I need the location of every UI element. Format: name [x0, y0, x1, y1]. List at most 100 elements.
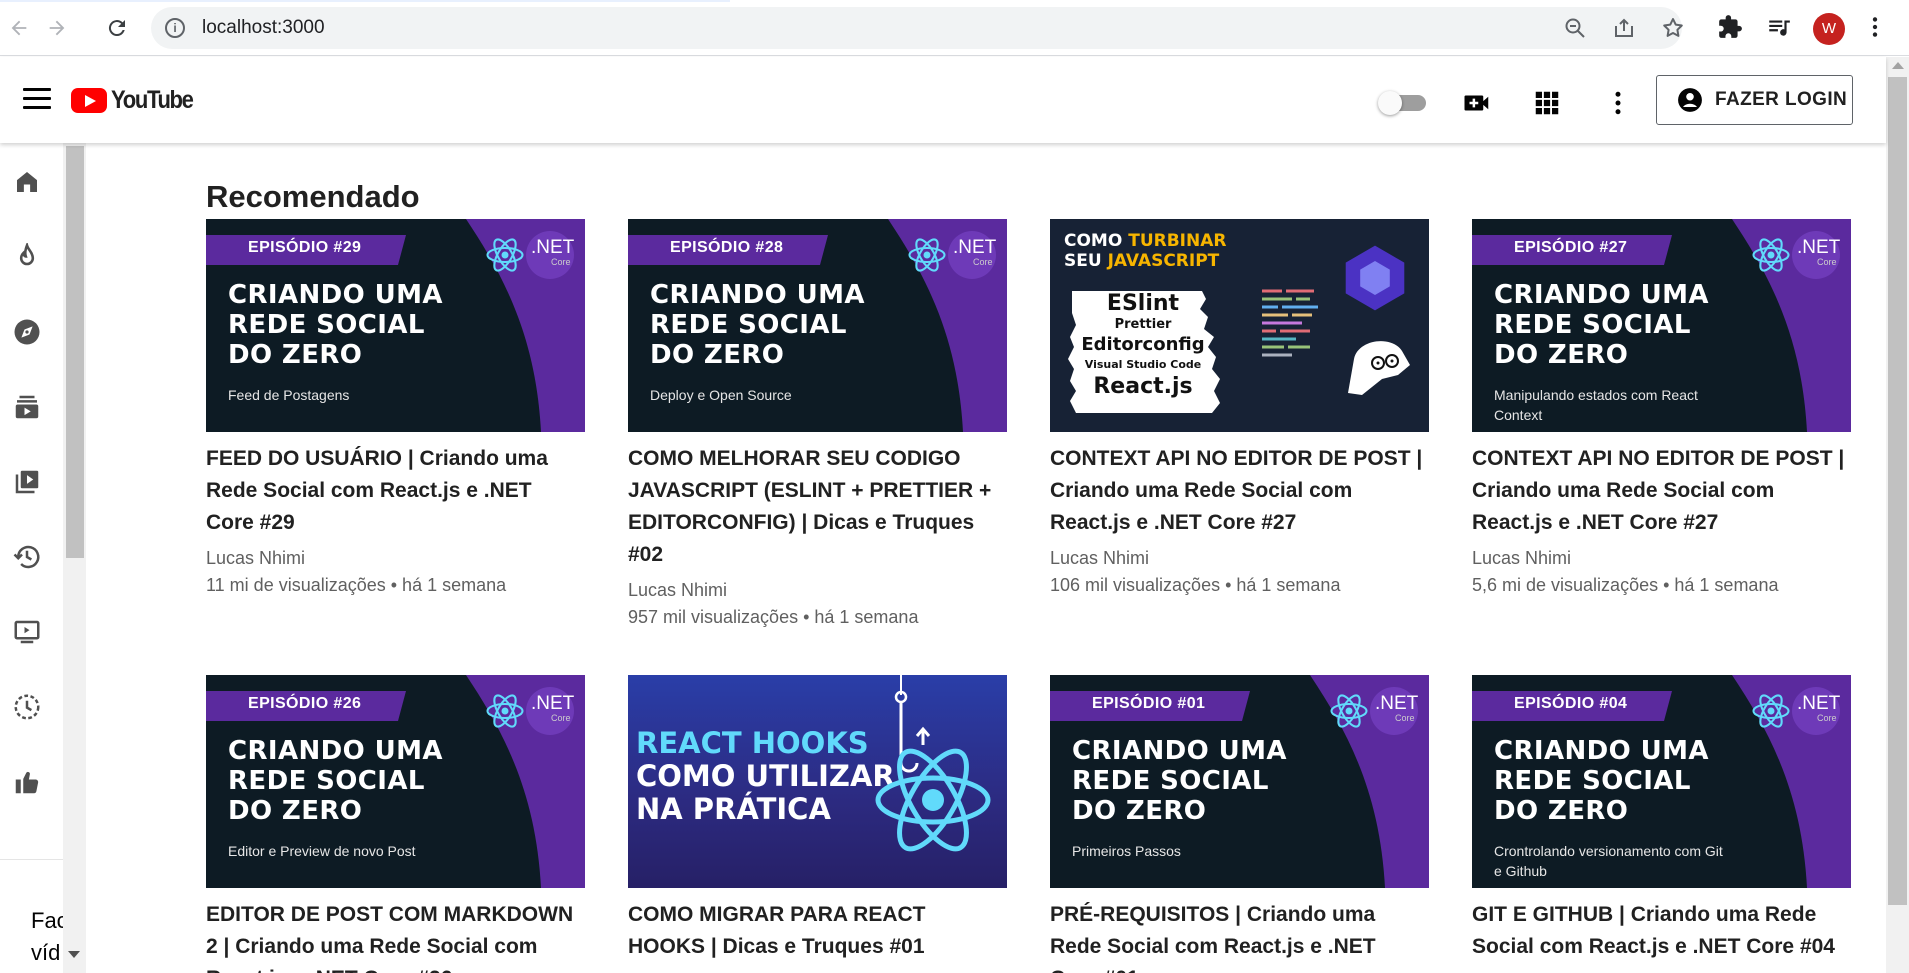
eslint-logo-icon [1345, 245, 1405, 311]
video-card[interactable]: EPISÓDIO #29 .NET Core CRIANDO UMA REDE SOCI… [206, 219, 585, 599]
heading-line: CRIANDO UMA [228, 280, 443, 310]
history-icon[interactable] [10, 540, 44, 574]
watch-later-icon[interactable] [10, 690, 44, 724]
video-thumbnail[interactable]: EPISÓDIO #01 .NET Core CRIANDO UMA REDE SOCI… [1050, 675, 1429, 888]
thumbnail-subtitle: Feed de Postagens [228, 387, 350, 403]
episode-label: EPISÓDIO #27 [1514, 239, 1628, 256]
main-content: Recomendado EPISÓDIO #29 .NET Core CRIANDO … [86, 143, 1886, 973]
create-video-icon[interactable] [1462, 88, 1492, 118]
page-scroll-thumb[interactable] [1888, 77, 1907, 905]
apps-grid-icon[interactable] [1532, 88, 1562, 118]
account-circle-icon [1678, 88, 1702, 112]
extensions-icon[interactable] [1717, 14, 1745, 42]
video-card[interactable]: EPISÓDIO #27 .NET Core CRIANDO UMA REDE SOCI… [1472, 219, 1851, 599]
settings-kebab-icon[interactable] [1603, 88, 1633, 118]
dotnet-logo: .NET Core [531, 693, 574, 723]
video-thumbnail[interactable]: EPISÓDIO #28 .NET Core CRIANDO UMA REDE SOCI… [628, 219, 1007, 432]
url-text[interactable]: localhost:3000 [202, 17, 325, 39]
library-icon[interactable] [10, 465, 44, 499]
dotnet-sub: Core [551, 713, 571, 723]
youtube-logo[interactable]: YouTube [71, 86, 204, 114]
dotnet-label: .NET [1797, 237, 1841, 258]
reload-icon[interactable] [102, 13, 132, 43]
video-card[interactable]: EPISÓDIO #01 .NET Core CRIANDO UMA REDE SOCI… [1050, 675, 1429, 973]
channel-name[interactable]: Lucas Nhimi [206, 545, 585, 572]
info-icon[interactable]: i [165, 18, 185, 38]
dotnet-label: .NET [953, 237, 997, 258]
home-icon[interactable] [10, 165, 44, 199]
video-thumbnail[interactable]: COMO TURBINAR SEU JAVASCRIPT ESlint Prettie… [1050, 219, 1429, 432]
share-icon[interactable] [1612, 16, 1636, 40]
sidebar-partial-line-2: víd [31, 940, 61, 965]
bookmark-star-icon[interactable] [1661, 16, 1685, 40]
thumb-text: SEU [1064, 251, 1108, 271]
heading-line: REDE SOCIAL [228, 766, 425, 796]
page-scrollbar[interactable] [1886, 57, 1909, 973]
video-card[interactable]: REACT HOOKS COMO UTILIZAR NA PRÁTICA COMO M… [628, 675, 1007, 969]
login-label: FAZER LOGIN [1715, 89, 1848, 110]
react-logo-icon [486, 238, 524, 272]
forward-icon[interactable] [42, 13, 72, 43]
react-logo-icon [908, 238, 946, 272]
scroll-up-icon[interactable] [1892, 62, 1904, 69]
video-thumbnail[interactable]: EPISÓDIO #04 .NET Core CRIANDO UMA REDE SOCI… [1472, 675, 1851, 888]
thumb-text-highlight: TURBINAR [1128, 231, 1227, 251]
video-title[interactable]: CONTEXT API NO EDITOR DE POST | Criando … [1472, 443, 1851, 539]
section-title: Recomendado [206, 179, 420, 214]
channel-name[interactable]: Lucas Nhimi [1472, 545, 1851, 572]
sidebar-scroll-thumb[interactable] [66, 146, 84, 558]
video-thumbnail[interactable]: EPISÓDIO #29 .NET Core CRIANDO UMA REDE SOCI… [206, 219, 585, 432]
heading-line: CRIANDO UMA [650, 280, 865, 310]
heading-line: DO ZERO [1494, 796, 1629, 826]
zoom-icon[interactable] [1563, 16, 1587, 40]
video-title[interactable]: EDITOR DE POST COM MARKDOWN 2 | Criando … [206, 899, 585, 973]
video-meta: 106 mil visualizações • há 1 semana [1050, 575, 1341, 595]
dotnet-sub: Core [1817, 713, 1837, 723]
profile-avatar[interactable]: W [1813, 13, 1845, 45]
thumb-text: COMO [1064, 231, 1129, 251]
play-logo-icon [71, 87, 107, 113]
address-bar[interactable]: i localhost:3000 [151, 7, 1685, 49]
video-thumbnail[interactable]: REACT HOOKS COMO UTILIZAR NA PRÁTICA [628, 675, 1007, 888]
video-title[interactable]: COMO MELHORAR SEU CODIGO JAVASCRIPT (ESL… [628, 443, 1007, 571]
menu-kebab-icon[interactable] [1862, 14, 1890, 42]
hamburger-menu-icon[interactable] [23, 88, 51, 110]
video-title[interactable]: FEED DO USUÁRIO | Criando uma Rede Socia… [206, 443, 585, 539]
dotnet-label: .NET [1375, 693, 1419, 714]
video-title[interactable]: COMO MIGRAR PARA REACT HOOKS | Dicas e T… [628, 899, 1007, 963]
logo-text: YouTube [111, 85, 194, 114]
video-card[interactable]: EPISÓDIO #26 .NET Core CRIANDO UMA REDE SOCI… [206, 675, 585, 973]
tab-strip-edge [0, 0, 730, 2]
sidebar: Fac víd [0, 143, 86, 973]
video-thumbnail[interactable]: EPISÓDIO #27 .NET Core CRIANDO UMA REDE SOCI… [1472, 219, 1851, 432]
sidebar-partial-text: Fac víd [31, 905, 63, 969]
react-logo-icon [1752, 238, 1790, 272]
channel-name[interactable]: Lucas Nhimi [628, 577, 1007, 604]
explore-icon[interactable] [10, 315, 44, 349]
trending-icon[interactable] [10, 240, 44, 274]
video-thumbnail[interactable]: EPISÓDIO #26 .NET Core CRIANDO UMA REDE SOCI… [206, 675, 585, 888]
liked-icon[interactable] [10, 765, 44, 799]
media-queue-icon[interactable] [1766, 14, 1794, 42]
video-title[interactable]: PRÉ-REQUISITOS | Criando uma Rede Social… [1050, 899, 1429, 973]
your-videos-icon[interactable] [10, 615, 44, 649]
video-title[interactable]: GIT E GITHUB | Criando uma Rede Social c… [1472, 899, 1851, 963]
heading-line: DO ZERO [1494, 340, 1629, 370]
heading-line: DO ZERO [228, 796, 363, 826]
video-card[interactable]: EPISÓDIO #04 .NET Core CRIANDO UMA REDE SOCI… [1472, 675, 1851, 969]
video-card[interactable]: EPISÓDIO #28 .NET Core CRIANDO UMA REDE SOCI… [628, 219, 1007, 631]
channel-name[interactable]: Lucas Nhimi [1050, 545, 1429, 572]
dotnet-label: .NET [1797, 693, 1841, 714]
video-card[interactable]: COMO TURBINAR SEU JAVASCRIPT ESlint Prettie… [1050, 219, 1429, 599]
mascot-icon [1348, 341, 1410, 395]
back-icon[interactable] [4, 13, 34, 43]
sidebar-scroll-down-icon[interactable] [68, 951, 80, 958]
video-title[interactable]: CONTEXT API NO EDITOR DE POST | Criando … [1050, 443, 1429, 539]
react-logo-icon [1330, 694, 1368, 728]
dark-mode-toggle[interactable] [1378, 91, 1430, 115]
dotnet-sub: Core [973, 257, 993, 267]
login-button[interactable]: FAZER LOGIN [1656, 75, 1853, 125]
tag-prettier: Prettier [1114, 317, 1172, 332]
subscriptions-icon[interactable] [10, 390, 44, 424]
heading-line: REDE SOCIAL [1494, 310, 1691, 340]
